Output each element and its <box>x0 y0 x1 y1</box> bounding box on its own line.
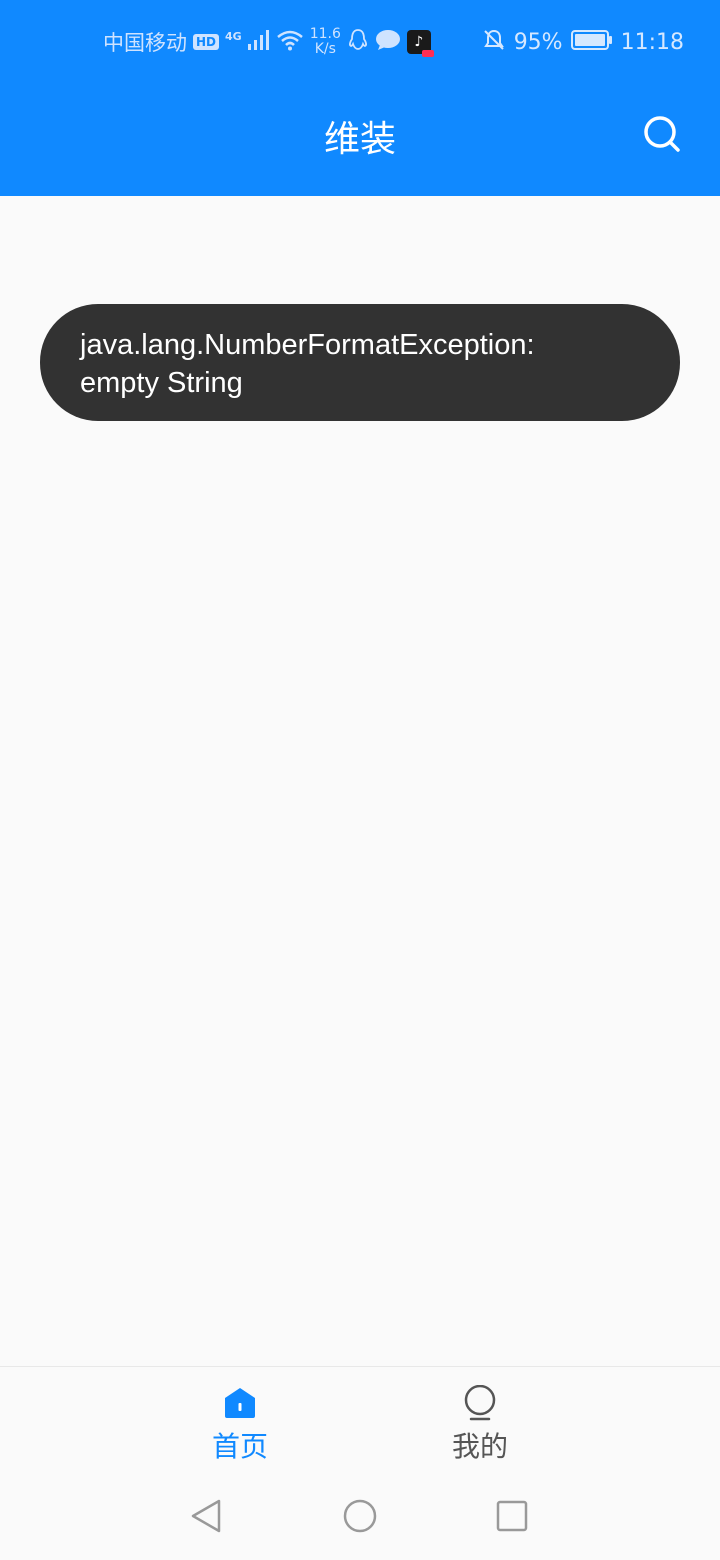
signal-icon <box>247 30 270 54</box>
profile-icon <box>462 1385 498 1421</box>
tab-home-label: 首页 <box>211 1430 268 1463</box>
clock: 11:18 <box>620 29 684 55</box>
bottom-tab-bar: 首页 我的 <box>0 1366 720 1478</box>
back-icon <box>189 1498 223 1538</box>
tab-mine[interactable]: 我的 <box>400 1367 560 1479</box>
app-header: 中国移动 HD 4G 11.6 K/s ♪ 95% 11:18 维装 <box>0 0 720 196</box>
network-speed: 11.6 K/s <box>310 27 341 57</box>
battery-icon <box>570 29 613 55</box>
mute-bell-icon <box>482 28 506 56</box>
system-nav-bar <box>0 1478 720 1560</box>
search-button[interactable] <box>638 112 686 160</box>
error-toast: java.lang.NumberFormatException: empty S… <box>40 304 680 421</box>
message-icon <box>375 29 401 55</box>
nav-home-button[interactable] <box>340 1498 380 1538</box>
title-bar: 维装 <box>0 84 720 196</box>
battery-percent: 95% <box>513 29 563 55</box>
network-type: 4G <box>225 29 242 43</box>
home-circle-icon <box>342 1498 378 1538</box>
page-title: 维装 <box>323 119 396 160</box>
hd-badge: HD <box>193 34 220 50</box>
home-icon <box>222 1385 258 1421</box>
recent-apps-icon <box>495 1499 529 1537</box>
toast-line-1: java.lang.NumberFormatException: <box>80 329 535 361</box>
tiktok-icon: ♪ <box>406 30 434 57</box>
status-right: 95% 11:18 <box>482 22 684 62</box>
nav-back-button[interactable] <box>186 1498 226 1538</box>
nav-recent-button[interactable] <box>492 1498 532 1538</box>
speed-value: 11.6 <box>309 26 341 42</box>
speed-unit: K/s <box>314 41 336 57</box>
toast-line-2: empty String <box>80 367 243 399</box>
tab-home[interactable]: 首页 <box>160 1367 320 1479</box>
search-icon <box>642 114 682 158</box>
qq-icon <box>347 28 369 56</box>
tab-mine-label: 我的 <box>451 1430 508 1463</box>
status-bar: 中国移动 HD 4G 11.6 K/s ♪ 95% 11:18 <box>0 0 720 84</box>
carrier-label: 中国移动 <box>103 31 187 55</box>
status-left: 中国移动 HD 4G 11.6 K/s ♪ <box>103 22 434 62</box>
wifi-icon <box>276 29 304 55</box>
